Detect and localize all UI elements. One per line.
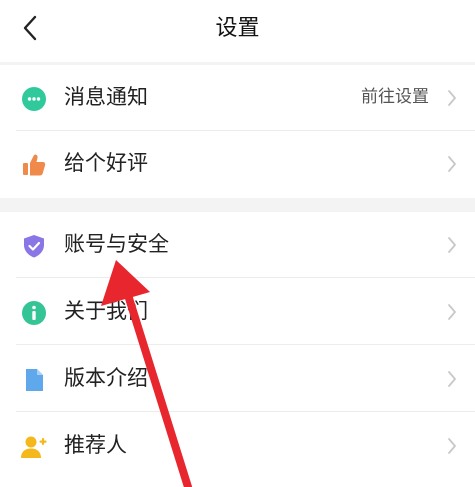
settings-item-label: 消息通知 (64, 85, 148, 109)
divider (16, 411, 475, 412)
nav-bar: 设置 (0, 0, 475, 62)
chevron-right-icon (445, 87, 459, 109)
chevron-right-icon (445, 153, 459, 175)
settings-item-label: 给个好评 (64, 151, 148, 175)
settings-item-value: 前往设置 (361, 87, 429, 107)
document-icon (20, 366, 48, 394)
chevron-right-icon (445, 234, 459, 256)
chat-bubble-icon (20, 85, 48, 113)
settings-item-rate[interactable]: 给个好评 (0, 131, 475, 197)
shield-icon (20, 232, 48, 260)
user-add-icon (20, 433, 48, 461)
thumbs-up-icon (20, 151, 48, 179)
settings-item-label: 推荐人 (64, 433, 127, 457)
divider (16, 277, 475, 278)
settings-item-label: 版本介绍 (64, 366, 148, 390)
settings-item-label: 账号与安全 (64, 232, 169, 256)
chevron-right-icon (445, 435, 459, 457)
settings-item-about[interactable]: 关于我们 (0, 279, 475, 345)
settings-group-notifications: 消息通知 前往设置 给个好评 (0, 65, 475, 198)
page-title: 设置 (215, 16, 260, 41)
divider (16, 344, 475, 345)
settings-item-version[interactable]: 版本介绍 (0, 346, 475, 412)
settings-item-label: 关于我们 (64, 299, 148, 323)
settings-item-account-security[interactable]: 账号与安全 (0, 212, 475, 278)
chevron-right-icon (445, 368, 459, 390)
settings-item-notifications[interactable]: 消息通知 前往设置 (0, 65, 475, 131)
info-icon (20, 299, 48, 327)
settings-group-account: 账号与安全 关于我们 版本介绍 推荐人 (0, 212, 475, 487)
settings-item-referrer[interactable]: 推荐人 (0, 413, 475, 479)
chevron-right-icon (445, 301, 459, 323)
